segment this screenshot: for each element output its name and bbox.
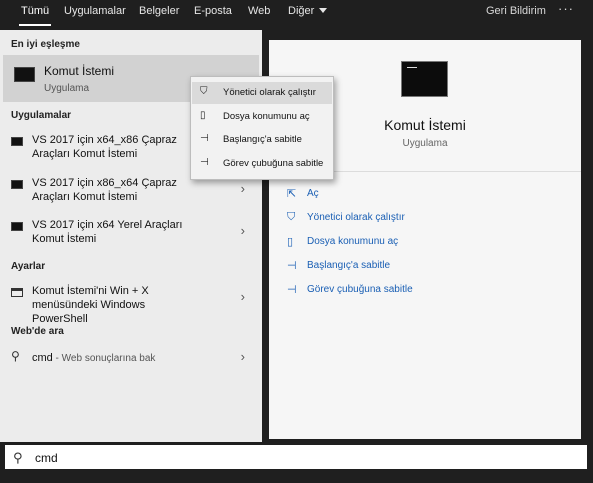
- search-icon: ⚲: [13, 450, 23, 465]
- action-label: Görev çubuğuna sabitle: [307, 284, 413, 295]
- command-prompt-icon: [11, 180, 23, 189]
- menu-item-pin-to-start[interactable]: ⊣ Başlangıç'a sabitle: [192, 129, 332, 151]
- search-icon: ⚲: [11, 349, 20, 363]
- tab-more[interactable]: Diğer: [288, 0, 328, 30]
- more-options-button[interactable]: ···: [558, 0, 574, 20]
- web-search-query: cmd: [32, 352, 53, 364]
- tab-more-label: Diğer: [288, 5, 315, 17]
- tab-email[interactable]: E-posta: [194, 0, 232, 30]
- action-label: Dosya konumunu aç: [307, 236, 399, 247]
- chevron-right-icon[interactable]: ›: [241, 349, 245, 364]
- command-prompt-icon: [14, 67, 35, 82]
- web-search-text: cmd - Web sonuçlarına bak: [32, 351, 232, 366]
- command-prompt-icon: [401, 61, 448, 97]
- action-label: Başlangıç'a sabitle: [307, 260, 391, 271]
- app-label: VS 2017 için x86_x64 Çapraz Araçları Kom…: [32, 177, 177, 203]
- command-prompt-icon: [11, 222, 23, 231]
- menu-item-run-as-admin[interactable]: ⛉ Yönetici olarak çalıştır: [192, 82, 332, 104]
- menu-item-label: Başlangıç'a sabitle: [223, 134, 302, 145]
- app-label: VS 2017 için x64_x86 Çapraz Araçları Kom…: [32, 134, 177, 160]
- pin-icon: ⊣: [200, 157, 209, 168]
- chevron-down-icon: [319, 8, 328, 13]
- apps-header: Uygulamalar: [11, 110, 72, 121]
- list-item[interactable]: VS 2017 için x86_x64 Çapraz Araçları Kom…: [3, 175, 259, 209]
- list-item[interactable]: VS 2017 için x64 Yerel Araçları Komut İs…: [3, 217, 259, 251]
- web-search-item[interactable]: ⚲ cmd - Web sonuçlarına bak ›: [3, 348, 259, 368]
- context-menu: ⛉ Yönetici olarak çalıştır ▯ Dosya konum…: [190, 76, 334, 180]
- menu-item-label: Görev çubuğuna sabitle: [223, 158, 324, 169]
- folder-icon: ▯: [287, 236, 294, 248]
- folder-icon: ▯: [200, 110, 206, 121]
- search-value: cmd: [35, 451, 58, 465]
- tab-web[interactable]: Web: [248, 0, 270, 30]
- action-label: Yönetici olarak çalıştır: [307, 212, 405, 223]
- tab-all[interactable]: Tümü: [18, 0, 52, 30]
- best-match-subtitle: Uygulama: [44, 83, 90, 94]
- web-search-header: Web'de ara: [11, 326, 64, 337]
- pin-icon: ⊣: [287, 284, 297, 296]
- command-prompt-icon: [11, 137, 23, 146]
- best-match-title: Komut İstemi: [44, 64, 115, 78]
- action-label: Aç: [307, 188, 319, 199]
- tab-documents[interactable]: Belgeler: [139, 0, 179, 30]
- menu-item-label: Dosya konumunu aç: [223, 111, 310, 122]
- settings-window-icon: [11, 288, 23, 297]
- pin-icon: ⊣: [200, 133, 209, 144]
- settings-header: Ayarlar: [11, 261, 46, 272]
- web-search-hint: - Web sonuçlarına bak: [52, 353, 156, 364]
- search-scope-tabs: Tümü Uygulamalar Belgeler E-posta Web Di…: [0, 0, 593, 30]
- shield-icon: ⛉: [200, 86, 208, 97]
- open-icon: ⇱: [287, 188, 297, 200]
- tab-apps[interactable]: Uygulamalar: [64, 0, 126, 30]
- menu-item-open-file-location[interactable]: ▯ Dosya konumunu aç: [192, 106, 332, 128]
- app-label: VS 2017 için x64 Yerel Araçları Komut İs…: [32, 219, 183, 245]
- chevron-right-icon[interactable]: ›: [241, 289, 245, 304]
- chevron-right-icon[interactable]: ›: [241, 181, 245, 196]
- menu-item-pin-to-taskbar[interactable]: ⊣ Görev çubuğuna sabitle: [192, 153, 332, 175]
- chevron-right-icon[interactable]: ›: [241, 223, 245, 238]
- search-input[interactable]: ⚲ cmd: [3, 443, 589, 471]
- taskbar-strip: [0, 471, 593, 483]
- shield-icon: ⛉: [287, 211, 296, 223]
- best-match-header: En iyi eşleşme: [11, 39, 80, 50]
- menu-item-label: Yönetici olarak çalıştır: [223, 87, 316, 98]
- list-item[interactable]: Komut İstemi'ni Win + X menüsündeki Wind…: [3, 283, 259, 325]
- feedback-button[interactable]: Geri Bildirim: [486, 0, 546, 22]
- pin-icon: ⊣: [287, 260, 297, 272]
- setting-label: Komut İstemi'ni Win + X menüsündeki Wind…: [32, 285, 149, 325]
